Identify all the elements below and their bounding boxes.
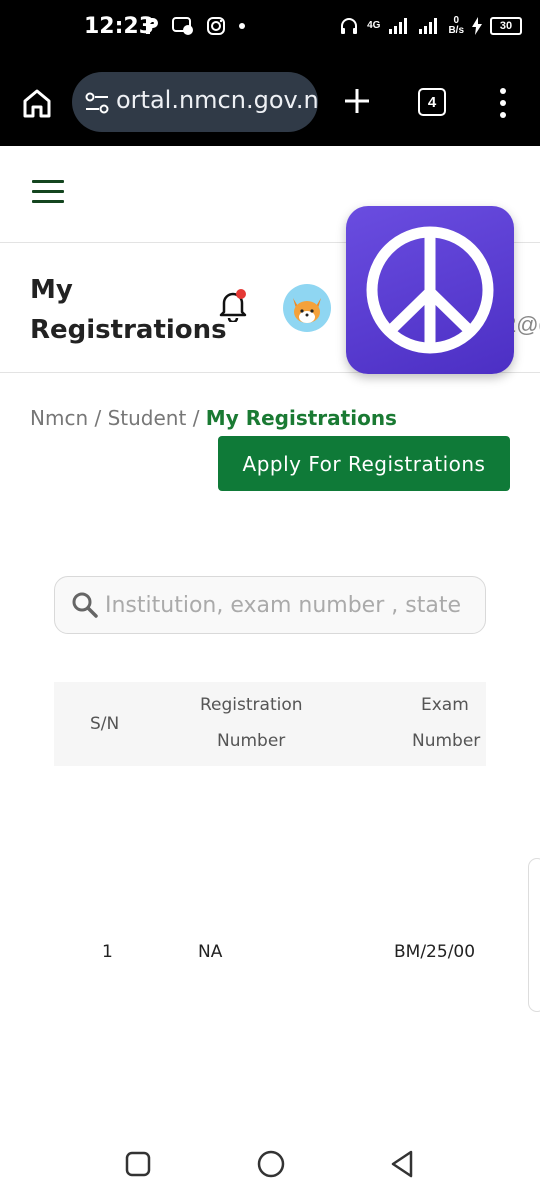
table-header: S/N Registration Number Exam Number (54, 682, 486, 766)
fox-avatar-icon (293, 298, 321, 323)
breadcrumb-separator: / (192, 406, 206, 430)
dot-icon (239, 23, 245, 29)
breadcrumb-student[interactable]: Student (108, 406, 187, 430)
new-tab-icon[interactable] (342, 86, 372, 116)
breadcrumb-nmcn[interactable]: Nmcn (30, 406, 88, 430)
network-type: 4G (367, 20, 381, 31)
system-nav-bar (0, 1128, 540, 1200)
signal-icon (389, 18, 408, 34)
side-scroll-handle[interactable] (528, 858, 540, 1012)
table-row[interactable]: 1 NA BM/25/00 (54, 930, 486, 974)
signal-icon-2 (419, 18, 438, 34)
cell-registration-number: NA (198, 942, 223, 962)
avatar[interactable] (283, 284, 331, 332)
search-icon (72, 592, 98, 618)
header-registration-line2: Number (217, 731, 286, 751)
search-box (54, 576, 486, 634)
peace-app-overlay[interactable] (346, 206, 514, 374)
apply-registration-button[interactable]: Apply For Registrations (218, 436, 510, 491)
header-registration-line1: Registration (200, 695, 303, 715)
address-bar[interactable]: ortal.nmcn.gov.ng (72, 72, 318, 132)
headset-icon (341, 18, 358, 34)
notification-icons (144, 16, 246, 36)
header-sn: S/N (90, 714, 120, 734)
site-settings-icon[interactable] (84, 90, 110, 116)
home-icon[interactable] (20, 86, 54, 120)
parking-icon (146, 18, 158, 34)
status-right: 4G 0 B/s 30 (339, 16, 522, 36)
instagram-icon (207, 17, 225, 35)
charging-icon (472, 17, 482, 35)
status-bar: 12:23 4G 0 B/s 30 (0, 0, 540, 62)
header-exam-line1: Exam (421, 695, 469, 715)
battery-icon: 30 (490, 17, 522, 35)
hamburger-menu-icon[interactable] (32, 180, 64, 204)
page-title: My Registrations (30, 275, 227, 345)
breadcrumb-current: My Registrations (205, 406, 397, 430)
breadcrumb-separator: / (94, 406, 108, 430)
tab-switcher-button[interactable]: 4 (418, 88, 446, 116)
messenger-icon (172, 17, 193, 35)
more-options-icon[interactable] (494, 86, 512, 120)
recents-icon[interactable] (124, 1150, 152, 1178)
peace-icon (366, 226, 494, 354)
search-input[interactable] (105, 577, 483, 633)
back-icon[interactable] (388, 1149, 416, 1179)
header-exam-line2: Number (412, 731, 481, 751)
data-speed: 0 B/s (448, 16, 464, 36)
url-text: ortal.nmcn.gov.ng (116, 86, 318, 114)
cell-exam-number: BM/25/00 (394, 942, 476, 962)
home-nav-icon[interactable] (255, 1148, 287, 1180)
notification-dot (236, 289, 246, 299)
cell-sn: 1 (102, 942, 113, 962)
breadcrumb: Nmcn / Student / My Registrations (30, 406, 397, 430)
speed-unit: B/s (448, 25, 464, 36)
browser-toolbar: ortal.nmcn.gov.ng 4 (0, 62, 540, 146)
